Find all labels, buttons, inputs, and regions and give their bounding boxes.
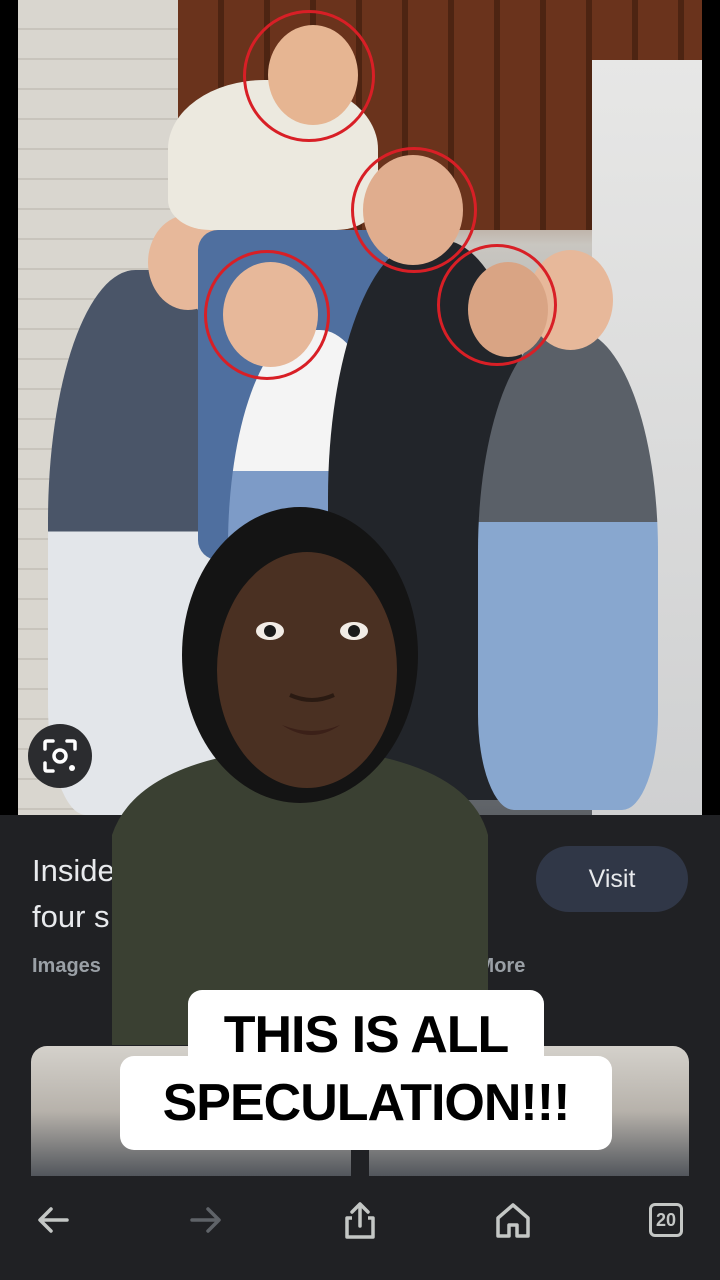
tabs-button[interactable]: 20 bbox=[638, 1196, 694, 1244]
creator-overlay bbox=[112, 505, 488, 1045]
visit-button[interactable]: Visit bbox=[536, 846, 688, 912]
highlight-circle-3 bbox=[204, 250, 330, 380]
result-title-line1: Inside bbox=[32, 853, 115, 888]
back-arrow-icon bbox=[38, 1207, 69, 1233]
share-button[interactable] bbox=[332, 1196, 388, 1244]
home-button[interactable] bbox=[485, 1196, 541, 1244]
result-title-line2: four s bbox=[32, 899, 110, 934]
forward-button[interactable] bbox=[178, 1196, 234, 1244]
source-label: Images bbox=[32, 955, 101, 977]
highlight-circle-2 bbox=[351, 147, 477, 273]
tabs-icon: 20 bbox=[649, 1203, 683, 1237]
back-button[interactable] bbox=[25, 1196, 81, 1244]
forward-arrow-icon bbox=[190, 1207, 221, 1233]
highlight-circle-4 bbox=[437, 244, 557, 366]
person-right bbox=[478, 330, 658, 810]
home-icon bbox=[496, 1203, 530, 1238]
share-icon bbox=[345, 1202, 375, 1239]
caption-line2: SPECULATION!!! bbox=[120, 1056, 612, 1150]
highlight-circle-1 bbox=[243, 10, 375, 142]
lens-icon bbox=[43, 739, 77, 773]
lens-search-button[interactable] bbox=[28, 724, 92, 788]
